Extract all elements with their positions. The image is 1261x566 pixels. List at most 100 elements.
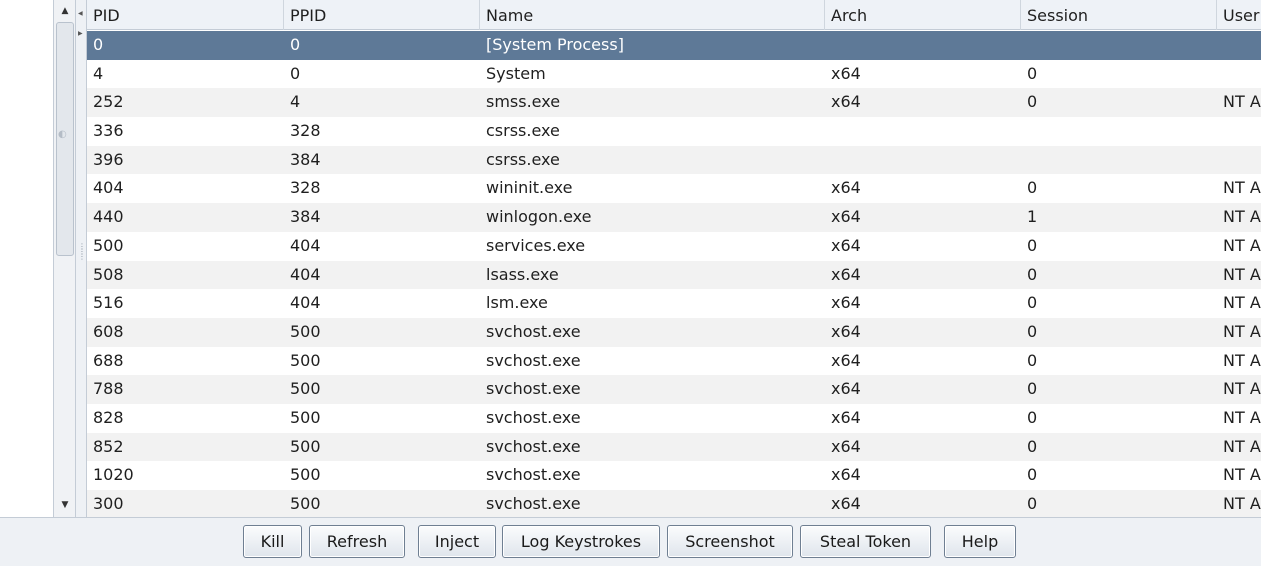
cell-session: 0 — [1027, 178, 1038, 198]
cell-name: svchost.exe — [486, 494, 581, 513]
scroll-grip-icon: ◐ — [58, 129, 67, 140]
cell-arch: x64 — [831, 293, 861, 313]
cell-pid: 336 — [93, 121, 124, 141]
cell-arch: x64 — [831, 178, 861, 198]
table-row[interactable]: 828 500 svchost.exe x64 0 NT A — [87, 403, 1261, 433]
table-row[interactable]: 404 328 wininit.exe x64 0 NT A — [87, 174, 1261, 204]
column-header-pid[interactable]: PID — [87, 0, 284, 30]
table-body: 0 0 [System Process] 4 0 System x64 0 252 4 smss.e… — [87, 31, 1261, 517]
scroll-up-arrow-icon[interactable]: ▲ — [57, 2, 73, 20]
cell-user: NT A — [1223, 264, 1261, 284]
cell-pid: 300 — [93, 494, 124, 513]
cell-user: NT A — [1223, 379, 1261, 399]
action-button-bar: Kill Refresh Inject Log Keystrokes Scree… — [0, 517, 1261, 566]
cell-user: NT A — [1223, 293, 1261, 313]
cell-user: NT A — [1223, 407, 1261, 427]
cell-session: 0 — [1027, 436, 1038, 456]
cell-ppid: 500 — [290, 407, 321, 427]
table-row[interactable]: 440 384 winlogon.exe x64 1 NT A — [87, 203, 1261, 232]
cell-ppid: 328 — [290, 178, 321, 198]
cell-ppid: 500 — [290, 436, 321, 456]
cell-pid: 828 — [93, 407, 124, 427]
cell-pid: 852 — [93, 436, 124, 456]
cell-ppid: 404 — [290, 264, 321, 284]
table-row[interactable]: 1020 500 svchost.exe x64 0 NT A — [87, 461, 1261, 490]
table-row[interactable]: 516 404 lsm.exe x64 0 NT A — [87, 289, 1261, 318]
cell-session: 0 — [1027, 235, 1038, 255]
cell-pid: 396 — [93, 149, 124, 169]
cell-session: 0 — [1027, 350, 1038, 370]
log-keystrokes-button[interactable]: Log Keystrokes — [502, 525, 660, 558]
split-pane-divider[interactable]: ◀ ▶ ⋮ ⋮ ⋮ — [76, 0, 86, 517]
table-row[interactable]: 688 500 svchost.exe x64 0 NT A — [87, 346, 1261, 376]
collapse-left-icon[interactable]: ◀ — [78, 10, 83, 18]
table-row[interactable]: 500 404 services.exe x64 0 NT A — [87, 231, 1261, 261]
column-header-name[interactable]: Name — [480, 0, 825, 30]
cell-name: csrss.exe — [486, 121, 560, 141]
refresh-button[interactable]: Refresh — [309, 525, 405, 558]
cell-ppid: 500 — [290, 494, 321, 513]
left-scrollbar[interactable]: ▲ ◐ ▼ — [53, 0, 75, 517]
column-header-session[interactable]: Session — [1021, 0, 1217, 30]
table-row[interactable]: 508 404 lsass.exe x64 0 NT A — [87, 260, 1261, 290]
cell-name: smss.exe — [486, 92, 561, 112]
table-row[interactable]: 0 0 [System Process] — [87, 31, 1261, 60]
cell-ppid: 404 — [290, 235, 321, 255]
cell-name: lsm.exe — [486, 293, 548, 313]
cell-name: winlogon.exe — [486, 207, 592, 227]
cell-ppid: 500 — [290, 465, 321, 485]
column-header-arch[interactable]: Arch — [825, 0, 1021, 30]
cell-ppid: 384 — [290, 207, 321, 227]
table-row[interactable]: 852 500 svchost.exe x64 0 NT A — [87, 432, 1261, 462]
cell-arch: x64 — [831, 436, 861, 456]
cell-name: [System Process] — [486, 35, 624, 54]
cell-session: 0 — [1027, 92, 1038, 112]
table-row[interactable]: 608 500 svchost.exe x64 0 NT A — [87, 317, 1261, 347]
cell-pid: 0 — [93, 35, 104, 54]
process-table[interactable]: PID PPID Name Arch Session User 0 0 [Syste… — [86, 0, 1261, 517]
inject-button[interactable]: Inject — [418, 525, 496, 558]
table-row[interactable]: 788 500 svchost.exe x64 0 NT A — [87, 375, 1261, 404]
help-button[interactable]: Help — [944, 525, 1016, 558]
cell-pid: 688 — [93, 350, 124, 370]
divider-grip-icon: ⋮ ⋮ ⋮ — [78, 242, 86, 261]
left-tree-pane[interactable]: ▲ ◐ ▼ — [0, 0, 76, 517]
table-row[interactable]: 396 384 csrss.exe — [87, 145, 1261, 175]
table-row[interactable]: 4 0 System x64 0 — [87, 59, 1261, 89]
cell-user: NT A — [1223, 350, 1261, 370]
kill-button[interactable]: Kill — [243, 525, 302, 558]
column-header-ppid[interactable]: PPID — [284, 0, 480, 30]
expand-right-icon[interactable]: ▶ — [78, 30, 83, 38]
cell-user: NT A — [1223, 494, 1261, 513]
cell-name: svchost.exe — [486, 407, 581, 427]
cell-pid: 440 — [93, 207, 124, 227]
cell-user: NT A — [1223, 321, 1261, 341]
cell-ppid: 0 — [290, 63, 301, 83]
cell-name: svchost.exe — [486, 379, 581, 399]
column-header-user[interactable]: User — [1217, 0, 1261, 30]
cell-arch: x64 — [831, 465, 861, 485]
screenshot-button[interactable]: Screenshot — [667, 525, 793, 558]
cell-name: svchost.exe — [486, 321, 581, 341]
cell-arch: x64 — [831, 350, 861, 370]
cell-pid: 404 — [93, 178, 124, 198]
cell-pid: 4 — [93, 63, 104, 83]
cell-pid: 252 — [93, 92, 124, 112]
cell-name: services.exe — [486, 235, 586, 255]
cell-arch: x64 — [831, 92, 861, 112]
table-header: PID PPID Name Arch Session User — [87, 0, 1261, 30]
cell-ppid: 0 — [290, 35, 301, 54]
table-row[interactable]: 336 328 csrss.exe — [87, 117, 1261, 146]
cell-session: 0 — [1027, 407, 1038, 427]
cell-user: NT A — [1223, 465, 1261, 485]
scroll-down-arrow-icon[interactable]: ▼ — [57, 496, 73, 514]
cell-ppid: 404 — [290, 293, 321, 313]
cell-arch: x64 — [831, 379, 861, 399]
table-row[interactable]: 300 500 svchost.exe x64 0 NT A — [87, 490, 1261, 517]
cell-session: 0 — [1027, 264, 1038, 284]
cell-session: 0 — [1027, 63, 1038, 83]
cell-pid: 500 — [93, 235, 124, 255]
cell-ppid: 328 — [290, 121, 321, 141]
table-row[interactable]: 252 4 smss.exe x64 0 NT A — [87, 88, 1261, 118]
steal-token-button[interactable]: Steal Token — [800, 525, 931, 558]
